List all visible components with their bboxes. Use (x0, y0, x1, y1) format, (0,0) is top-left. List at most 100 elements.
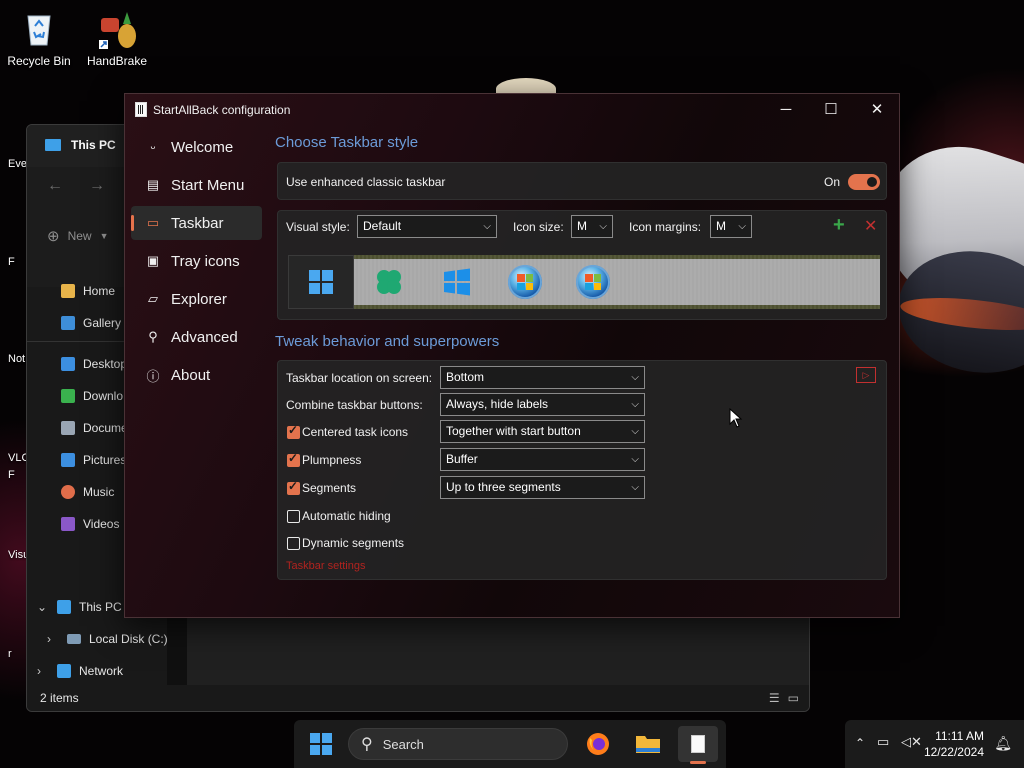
nav-item-label: Start Menu (171, 176, 245, 194)
item-count: 2 items (40, 691, 79, 705)
taskbar-settings-link[interactable]: Taskbar settings (286, 560, 365, 572)
centered-icons-select[interactable]: Together with start button ⌵ (440, 420, 645, 443)
visual-style-panel: Visual style: Default ⌵ Icon size: M ⌵ I… (277, 210, 887, 320)
drive-icon (67, 634, 81, 644)
nav-item-tray-icons[interactable]: ▣ Tray icons (131, 244, 262, 278)
chevron-down-icon[interactable]: ⌄ (37, 600, 49, 614)
dynamic-segments-label: Dynamic segments (302, 536, 405, 550)
icon-margins-value: M (716, 219, 726, 233)
tiles-view-icon[interactable]: ▭ (788, 691, 799, 705)
video-tutorial-icon[interactable]: ▷ (856, 367, 876, 383)
plumpness-label: Plumpness (302, 453, 362, 467)
style-option-windows10[interactable] (426, 255, 488, 309)
new-button[interactable]: ⊕ New ▼ (47, 227, 109, 245)
chevron-down-icon: ⌵ (483, 221, 491, 232)
startallback-window: StartAllBack configuration ─ ☐ ✕ ᵕ Welco… (124, 93, 900, 618)
chevron-up-icon[interactable]: ⌃ (855, 736, 865, 750)
clock-time: 11:11 AM (935, 729, 984, 743)
start-button[interactable] (301, 726, 341, 762)
taskbar-location-select[interactable]: Bottom ⌵ (440, 366, 645, 389)
desktop-icon-handbrake[interactable]: HandBrake (78, 8, 156, 68)
network-icon[interactable]: ▭ (877, 734, 889, 750)
combine-buttons-select[interactable]: Always, hide labels ⌵ (440, 393, 645, 416)
nav-item-label: Tray icons (171, 252, 240, 270)
taskbar-startallback[interactable] (678, 726, 718, 764)
visual-style-label: Visual style: (286, 220, 350, 234)
download-icon (61, 389, 75, 403)
taskbar-icon: ▭ (146, 215, 160, 230)
visual-style-select[interactable]: Default ⌵ (357, 215, 497, 238)
plumpness-value: Buffer (446, 452, 478, 466)
notification-bell-icon[interactable]: 🔔︎ (994, 735, 1012, 752)
centered-icons-checkbox[interactable] (287, 423, 300, 439)
chevron-right-icon[interactable]: › (37, 664, 49, 678)
maximize-button[interactable]: ☐ (808, 94, 854, 124)
segments-select[interactable]: Up to three segments ⌵ (440, 476, 645, 499)
back-arrow-icon[interactable]: ← (47, 177, 63, 195)
enhanced-taskbar-toggle[interactable] (848, 174, 880, 190)
centered-icons-value: Together with start button (446, 424, 581, 438)
plumpness-select[interactable]: Buffer ⌵ (440, 448, 645, 471)
combine-buttons-label: Combine taskbar buttons: (286, 398, 423, 412)
desktop-icon-recycle-bin[interactable]: Recycle Bin (0, 8, 78, 68)
volume-muted-icon[interactable]: ◁✕ (901, 734, 922, 750)
clock[interactable]: 11:11 AM 12/22/2024 (924, 728, 984, 760)
details-view-icon[interactable]: ☰ (769, 691, 780, 705)
section-heading-taskbar-style: Choose Taskbar style (275, 134, 419, 151)
add-style-icon[interactable]: + (833, 214, 845, 237)
clock-date: 12/22/2024 (923, 745, 984, 759)
style-option-windows7[interactable] (494, 255, 556, 309)
windows10-logo-icon (444, 268, 470, 296)
nav-item-about[interactable]: ⓘ About (131, 358, 262, 392)
sidebar-item-label: Downlo (83, 389, 124, 403)
home-icon (61, 284, 75, 298)
style-option-vista[interactable] (562, 255, 624, 309)
chevron-down-icon: ⌵ (631, 372, 639, 383)
vista-orb-icon (576, 265, 610, 299)
style-option-clover[interactable] (358, 255, 420, 309)
tree-item-network[interactable]: › Network (27, 655, 177, 687)
handbrake-icon (97, 8, 137, 49)
automatic-hiding-checkbox[interactable] (287, 510, 300, 523)
tree-item-local-disk[interactable]: › Local Disk (C:) (27, 623, 177, 655)
sidebar-item-label: Gallery (83, 316, 122, 330)
tweaks-panel: ▷ Taskbar location on screen: Bottom ⌵ C… (277, 360, 887, 580)
dynamic-segments-checkbox[interactable] (287, 537, 300, 550)
explorer-tab-this-pc[interactable]: This PC (45, 138, 116, 152)
startallback-app-icon (135, 102, 147, 117)
visual-style-value: Default (363, 219, 402, 233)
chevron-down-icon: ▼ (99, 231, 109, 241)
plumpness-checkbox[interactable] (287, 451, 300, 467)
taskbar-file-explorer[interactable] (628, 726, 668, 762)
sidebar-item-label: Docume (83, 421, 128, 435)
forward-arrow-icon[interactable]: → (89, 177, 105, 195)
style-option-windows11[interactable] (288, 255, 354, 309)
new-label: New (67, 229, 92, 243)
taskbar-location-label: Taskbar location on screen: (286, 371, 433, 385)
nav-item-start-menu[interactable]: ▤ Start Menu (131, 168, 262, 202)
icon-margins-select[interactable]: M ⌵ (710, 215, 752, 238)
remove-style-icon[interactable]: ✕ (864, 216, 877, 236)
chevron-down-icon: ⌵ (631, 426, 639, 437)
icon-size-select[interactable]: M ⌵ (571, 215, 613, 238)
nav-item-welcome[interactable]: ᵕ Welcome (131, 130, 262, 164)
sidebar-item-label: Videos (83, 517, 120, 531)
document-icon (61, 421, 75, 435)
taskbar-search[interactable]: ⚲ Search (348, 728, 568, 760)
minimize-button[interactable]: ─ (763, 94, 809, 124)
chevron-down-icon: ⌵ (738, 221, 746, 232)
nav-item-taskbar[interactable]: ▭ Taskbar (131, 206, 262, 240)
icon-size-value: M (577, 219, 587, 233)
music-icon (61, 485, 75, 499)
icon-margins-label: Icon margins: (629, 220, 702, 234)
toggle-state-label: On (824, 175, 841, 189)
nav-item-advanced[interactable]: ⚲ Advanced (131, 320, 262, 354)
taskbar-firefox[interactable] (578, 726, 618, 762)
search-placeholder: Search (382, 736, 424, 752)
chevron-right-icon[interactable]: › (47, 632, 59, 646)
taskbar: ⚲ Search ⌃ ▭ ◁✕ 11:11 AM 12/22/2024 🔔︎ (0, 720, 1024, 768)
close-button[interactable]: ✕ (854, 94, 900, 124)
segments-checkbox[interactable] (287, 479, 300, 495)
nav-item-explorer[interactable]: ▱ Explorer (131, 282, 262, 316)
pictures-icon (61, 453, 75, 467)
